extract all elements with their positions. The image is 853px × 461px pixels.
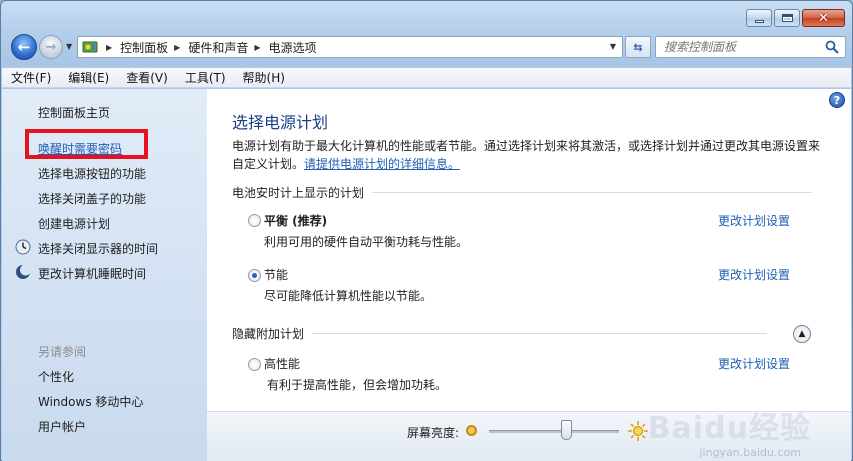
window: ✕ ← → ▼ ▶ 控制面板 ▶ 硬件和声音 ▶ 电源选项 ▼ ⇆ 文件(F) … [0, 0, 853, 461]
refresh-icon: ⇆ [633, 40, 643, 54]
plan-balanced-name[interactable]: 平衡 (推荐) [264, 212, 327, 229]
section-divider [312, 332, 768, 334]
plan-details-link[interactable]: 请提供电源计划的详细信息。 [304, 157, 460, 171]
plan-balanced-radio[interactable] [248, 214, 261, 227]
section-hidden-plans: 隐藏附加计划 [232, 326, 768, 341]
plan-balanced-desc: 利用可用的硬件自动平衡功耗与性能。 [264, 235, 469, 249]
see-also-mobility-center[interactable]: Windows 移动中心 [38, 393, 143, 410]
menu-tools[interactable]: 工具(T) [185, 69, 226, 86]
minimize-button[interactable] [746, 9, 772, 27]
sidebar-link-sleep-time[interactable]: 更改计算机睡眠时间 [38, 265, 146, 282]
search-box[interactable] [655, 36, 846, 58]
breadcrumb-hardware-sound[interactable]: 硬件和声音 [188, 39, 248, 56]
close-button[interactable]: ✕ [802, 9, 845, 27]
plan-powersaver-desc: 尽可能降低计算机性能以节能。 [264, 289, 433, 303]
plan-highperf-name[interactable]: 高性能 [264, 355, 300, 372]
dim-brightness-icon [466, 425, 477, 436]
sidebar-link-lid-close[interactable]: 选择关闭盖子的功能 [38, 190, 146, 207]
brightness-label: 屏幕亮度: [407, 426, 460, 440]
sidebar-home-link[interactable]: 控制面板主页 [38, 104, 110, 121]
page-description: 电源计划有助于最大化计算机的性能或者节能。通过选择计划来将其激活，或选择计划并通… [232, 137, 822, 173]
search-icon[interactable] [825, 40, 839, 57]
maximize-icon [781, 14, 793, 22]
plan-highperf-desc: 有利于提高性能，但会增加功耗。 [267, 378, 448, 392]
navigation-bar: ← → ▼ ▶ 控制面板 ▶ 硬件和声音 ▶ 电源选项 ▼ ⇆ [9, 33, 846, 61]
minimize-icon [754, 19, 764, 23]
breadcrumb-separator-icon[interactable]: ▶ [254, 43, 260, 52]
menu-edit[interactable]: 编辑(E) [68, 69, 109, 86]
brightness-bar: 屏幕亮度: Baidu经验 jingyan.baidu.com [207, 411, 851, 461]
control-panel-icon [78, 37, 104, 57]
menu-help[interactable]: 帮助(H) [243, 69, 285, 86]
caption-buttons: ✕ [746, 9, 845, 27]
plan-powersaver-radio[interactable] [248, 269, 261, 282]
back-button[interactable]: ← [11, 34, 37, 60]
plan-powersaver-settings-link[interactable]: 更改计划设置 [718, 266, 790, 283]
breadcrumb-separator-icon: ▶ [106, 42, 113, 52]
section-divider [372, 191, 813, 193]
refresh-button[interactable]: ⇆ [625, 36, 651, 58]
menu-file[interactable]: 文件(F) [11, 69, 51, 86]
collapse-hidden-plans-button[interactable]: ▲ [793, 325, 811, 343]
maximize-button[interactable] [774, 9, 800, 27]
sidebar-link-wake-password[interactable]: 唤醒时需要密码 [38, 140, 122, 157]
address-dropdown-icon[interactable]: ▼ [610, 42, 616, 51]
search-input[interactable] [664, 37, 824, 57]
see-also-personalization[interactable]: 个性化 [38, 368, 74, 385]
see-also-heading: 另请参阅 [38, 345, 87, 359]
baidu-watermark-url: jingyan.baidu.com [699, 446, 801, 459]
sidebar: 控制面板主页 唤醒时需要密码 选择电源按钮的功能 选择关闭盖子的功能 创建电源计… [2, 89, 207, 461]
brightness-slider-track[interactable] [489, 430, 619, 433]
back-arrow-icon: ← [17, 38, 31, 56]
display-icon [15, 239, 31, 255]
moon-icon [15, 264, 31, 280]
section-title: 隐藏附加计划 [232, 326, 305, 341]
menu-view[interactable]: 查看(V) [126, 69, 168, 86]
plan-powersaver-name[interactable]: 节能 [264, 266, 288, 283]
main-content: ? 选择电源计划 电源计划有助于最大化计算机的性能或者节能。通过选择计划来将其激… [207, 89, 851, 411]
menu-bar: 文件(F) 编辑(E) 查看(V) 工具(T) 帮助(H) [2, 67, 851, 88]
see-also-user-accounts[interactable]: 用户帐户 [38, 418, 86, 435]
section-title: 电池安时计上显示的计划 [232, 185, 365, 200]
breadcrumb-separator-icon[interactable]: ▶ [174, 43, 180, 52]
address-bar[interactable]: ▶ 控制面板 ▶ 硬件和声音 ▶ 电源选项 ▼ [77, 36, 623, 58]
recent-pages-dropdown[interactable]: ▼ [66, 42, 72, 51]
breadcrumb-control-panel[interactable]: 控制面板 [120, 39, 168, 56]
chevron-up-icon: ▲ [798, 329, 806, 339]
sidebar-link-power-button[interactable]: 选择电源按钮的功能 [38, 165, 146, 182]
plan-balanced-settings-link[interactable]: 更改计划设置 [718, 212, 790, 229]
baidu-watermark: Baidu经验 [647, 411, 811, 446]
bright-sun-icon [627, 420, 649, 442]
forward-button[interactable]: → [39, 35, 63, 59]
breadcrumb-power-options[interactable]: 电源选项 [269, 39, 317, 56]
brightness-slider-thumb[interactable] [561, 420, 572, 440]
sidebar-link-display-off[interactable]: 选择关闭显示器的时间 [38, 240, 158, 257]
section-battery-plans: 电池安时计上显示的计划 [232, 185, 813, 200]
plan-highperf-settings-link[interactable]: 更改计划设置 [718, 355, 790, 372]
sidebar-link-create-plan[interactable]: 创建电源计划 [38, 215, 110, 232]
page-title: 选择电源计划 [232, 113, 329, 132]
plan-highperf-radio[interactable] [248, 358, 261, 371]
forward-arrow-icon: → [45, 39, 57, 55]
close-icon: ✕ [818, 10, 829, 26]
help-icon[interactable]: ? [829, 92, 845, 108]
